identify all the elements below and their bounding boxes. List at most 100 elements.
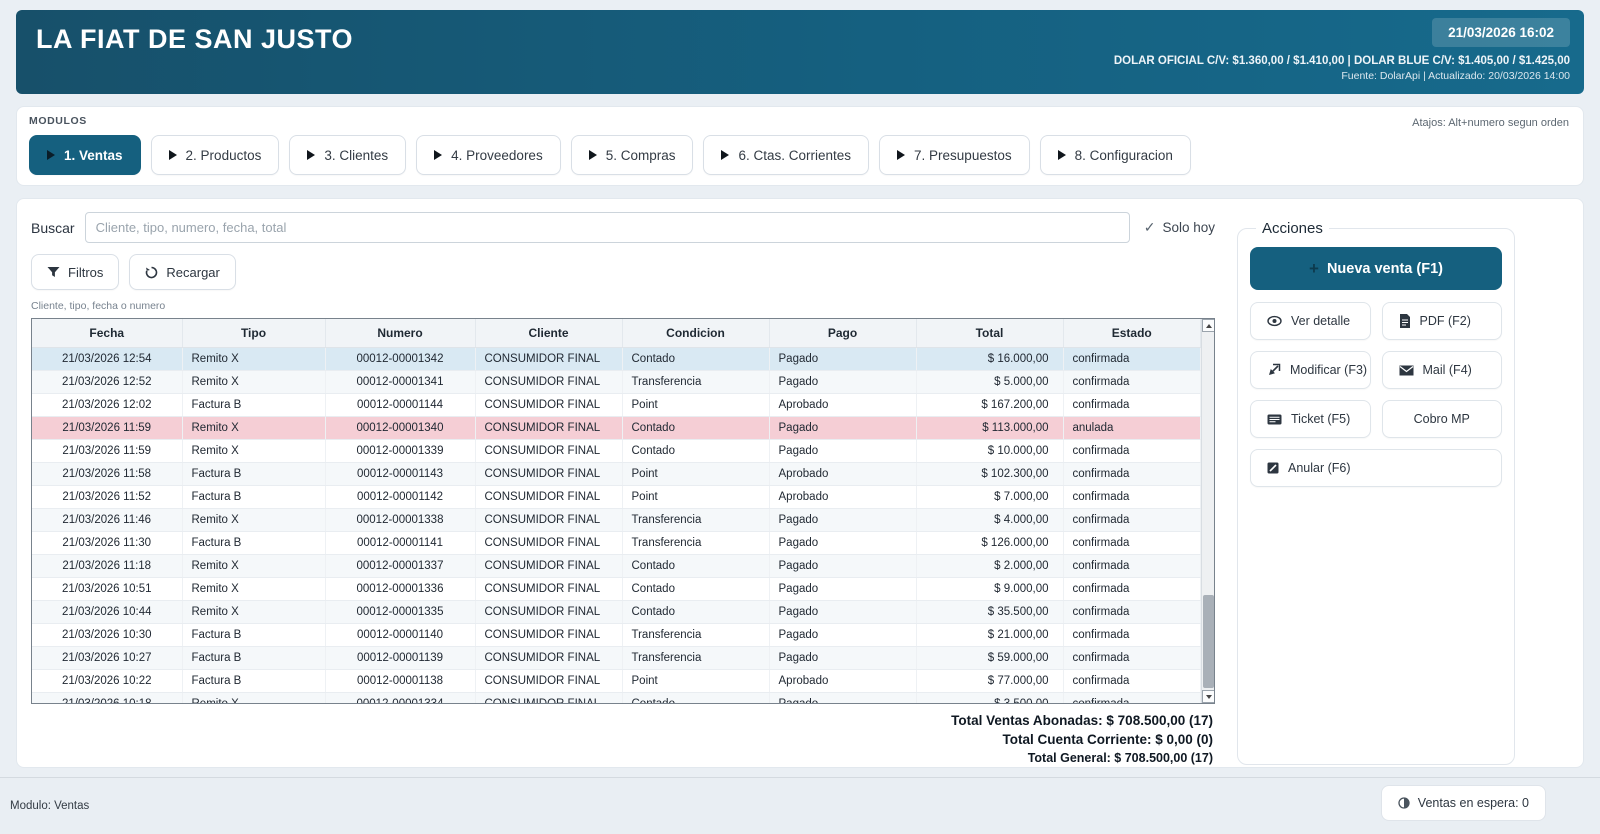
table-row[interactable]: 21/03/2026 11:59Remito X00012-00001340CO… [32, 416, 1201, 439]
nueva-venta-button[interactable]: + Nueva venta (F1) [1250, 247, 1502, 290]
cell-tipo: Factura B [182, 462, 325, 485]
cell-tipo: Factura B [182, 531, 325, 554]
table-row[interactable]: 21/03/2026 11:52Factura B00012-00001142C… [32, 485, 1201, 508]
cobro-mp-button[interactable]: Cobro MP [1382, 400, 1503, 438]
cell-estado: confirmada [1063, 531, 1201, 554]
column-header-numero[interactable]: Numero [325, 319, 475, 347]
cell-condicion: Contado [622, 554, 769, 577]
table-row[interactable]: 21/03/2026 12:54Remito X00012-00001342CO… [32, 347, 1201, 370]
cell-condicion: Point [622, 462, 769, 485]
recargar-button[interactable]: Recargar [129, 254, 235, 290]
column-header-pago[interactable]: Pago [769, 319, 916, 347]
cell-fecha: 21/03/2026 11:52 [32, 485, 182, 508]
cell-pago: Pagado [769, 577, 916, 600]
cell-condicion: Transferencia [622, 623, 769, 646]
table-row[interactable]: 21/03/2026 11:30Factura B00012-00001141C… [32, 531, 1201, 554]
module-tab-7-presupuestos[interactable]: 7. Presupuestos [879, 135, 1030, 175]
module-tab-3-clientes[interactable]: 3. Clientes [289, 135, 406, 175]
cell-pago: Pagado [769, 692, 916, 704]
table-row[interactable]: 21/03/2026 10:51Remito X00012-00001336CO… [32, 577, 1201, 600]
cell-numero: 00012-00001142 [325, 485, 475, 508]
cell-cliente: CONSUMIDOR FINAL [475, 485, 622, 508]
cell-total: $ 10.000,00 [916, 439, 1063, 462]
mail-button[interactable]: Ticket (F5) Mail (F4) [1382, 351, 1503, 389]
table-row[interactable]: 21/03/2026 11:58Factura B00012-00001143C… [32, 462, 1201, 485]
column-header-tipo[interactable]: Tipo [182, 319, 325, 347]
cell-total: $ 16.000,00 [916, 347, 1063, 370]
ventas-en-espera-card[interactable]: Ventas en espera: 0 [1381, 785, 1546, 821]
anular-button[interactable]: Anular (F6) [1250, 449, 1502, 487]
column-header-estado[interactable]: Estado [1063, 319, 1201, 347]
pdf-button[interactable]: PDF (F2) [1382, 302, 1503, 340]
cell-fecha: 21/03/2026 11:18 [32, 554, 182, 577]
module-tab-5-compras[interactable]: 5. Compras [571, 135, 694, 175]
table-row[interactable]: 21/03/2026 10:30Factura B00012-00001140C… [32, 623, 1201, 646]
ticket-button[interactable]: Ticket (F5) [1250, 400, 1371, 438]
cell-numero: 00012-00001139 [325, 646, 475, 669]
ver-detalle-button[interactable]: Ver detalle [1250, 302, 1371, 340]
table-row[interactable]: 21/03/2026 10:27Factura B00012-00001139C… [32, 646, 1201, 669]
scrollbar-thumb[interactable] [1203, 595, 1214, 687]
cell-tipo: Remito X [182, 439, 325, 462]
cell-fecha: 21/03/2026 10:51 [32, 577, 182, 600]
cell-estado: confirmada [1063, 508, 1201, 531]
table-row[interactable]: 21/03/2026 10:22Factura B00012-00001138C… [32, 669, 1201, 692]
module-tab-2-productos[interactable]: 2. Productos [151, 135, 280, 175]
cell-condicion: Contado [622, 347, 769, 370]
module-tab-4-proveedores[interactable]: 4. Proveedores [416, 135, 561, 175]
table-row[interactable]: 21/03/2026 12:02Factura B00012-00001144C… [32, 393, 1201, 416]
table-row[interactable]: 21/03/2026 12:52Remito X00012-00001341CO… [32, 370, 1201, 393]
totals-section: Total Ventas Abonadas: $ 708.500,00 (17)… [31, 713, 1215, 765]
table-row[interactable]: 21/03/2026 10:44Remito X00012-00001335CO… [32, 600, 1201, 623]
cell-pago: Aprobado [769, 669, 916, 692]
solo-hoy-checkbox[interactable]: ✓ Solo hoy [1144, 219, 1215, 236]
cell-pago: Pagado [769, 600, 916, 623]
column-header-condicion[interactable]: Condicion [622, 319, 769, 347]
column-header-total[interactable]: Total [916, 319, 1063, 347]
cell-estado: confirmada [1063, 692, 1201, 704]
module-tab-8-configuracion[interactable]: 8. Configuracion [1040, 135, 1191, 175]
cell-total: $ 7.000,00 [916, 485, 1063, 508]
cell-condicion: Transferencia [622, 646, 769, 669]
filtros-button[interactable]: Filtros [31, 254, 119, 290]
cell-total: $ 59.000,00 [916, 646, 1063, 669]
column-header-fecha[interactable]: Fecha [32, 319, 182, 347]
module-tab-1-ventas[interactable]: 1. Ventas [29, 135, 141, 175]
column-header-cliente[interactable]: Cliente [475, 319, 622, 347]
actions-panel: Acciones + Nueva venta (F1) Ver detalle … [1237, 220, 1515, 765]
cell-estado: confirmada [1063, 577, 1201, 600]
sales-table: FechaTipoNumeroClienteCondicionPagoTotal… [31, 318, 1215, 704]
cell-cliente: CONSUMIDOR FINAL [475, 416, 622, 439]
cell-fecha: 21/03/2026 11:30 [32, 531, 182, 554]
cell-total: $ 9.000,00 [916, 577, 1063, 600]
module-tab-label: 1. Ventas [64, 148, 123, 163]
search-input[interactable] [85, 212, 1130, 243]
cell-fecha: 21/03/2026 12:52 [32, 370, 182, 393]
cell-cliente: CONSUMIDOR FINAL [475, 623, 622, 646]
vertical-scrollbar[interactable] [1201, 319, 1214, 703]
cell-condicion: Transferencia [622, 370, 769, 393]
shortcut-hint: Atajos: Alt+numero segun orden [1412, 117, 1569, 129]
cell-cliente: CONSUMIDOR FINAL [475, 554, 622, 577]
play-icon [169, 150, 177, 160]
cell-pago: Pagado [769, 508, 916, 531]
cell-tipo: Factura B [182, 393, 325, 416]
scroll-up-button[interactable] [1202, 319, 1215, 332]
cell-estado: confirmada [1063, 646, 1201, 669]
cell-total: $ 35.500,00 [916, 600, 1063, 623]
table-row[interactable]: 21/03/2026 11:59Remito X00012-00001339CO… [32, 439, 1201, 462]
module-tab-label: 5. Compras [606, 148, 676, 163]
cell-pago: Pagado [769, 370, 916, 393]
cell-cliente: CONSUMIDOR FINAL [475, 531, 622, 554]
table-row[interactable]: 21/03/2026 11:18Remito X00012-00001337CO… [32, 554, 1201, 577]
scroll-down-button[interactable] [1202, 690, 1215, 703]
cell-condicion: Contado [622, 600, 769, 623]
modules-label: MODULOS [29, 115, 1571, 127]
table-row[interactable]: 21/03/2026 11:46Remito X00012-00001338CO… [32, 508, 1201, 531]
table-row[interactable]: 21/03/2026 10:18Remito X00012-00001334CO… [32, 692, 1201, 704]
modificar-button[interactable]: Modificar (F3) [1250, 351, 1371, 389]
cell-pago: Aprobado [769, 462, 916, 485]
table-header-row: FechaTipoNumeroClienteCondicionPagoTotal… [32, 319, 1201, 347]
cell-fecha: 21/03/2026 11:58 [32, 462, 182, 485]
module-tab-6-ctas-corrientes[interactable]: 6. Ctas. Corrientes [703, 135, 869, 175]
